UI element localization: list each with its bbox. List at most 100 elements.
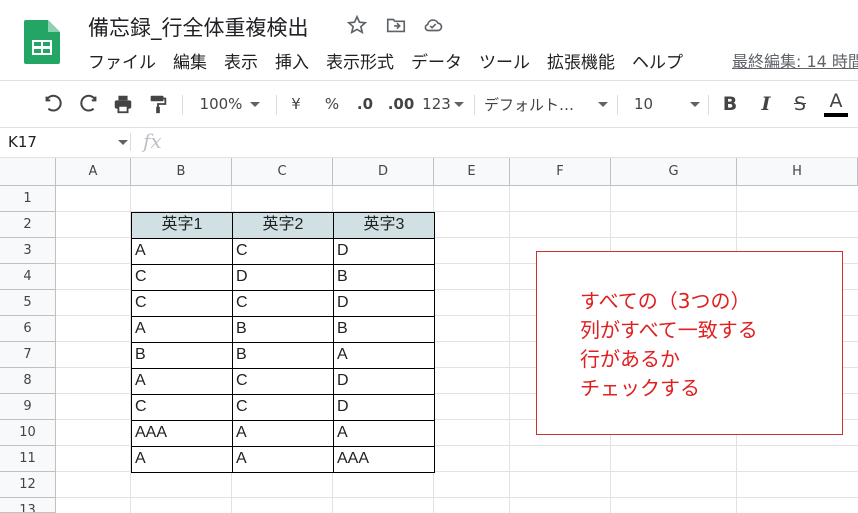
formula-bar: K17 fx <box>0 127 858 158</box>
number-format-select[interactable]: 123 <box>420 81 466 127</box>
table-cell[interactable]: B <box>131 342 233 369</box>
table-cell[interactable]: C <box>131 394 233 421</box>
text-color-button[interactable]: A <box>822 81 850 127</box>
table-cell[interactable]: A <box>232 420 334 447</box>
currency-format-button[interactable]: ¥ <box>284 81 308 127</box>
table-cell[interactable]: D <box>232 264 334 291</box>
column-header-e[interactable]: E <box>434 158 510 186</box>
italic-button[interactable]: I <box>752 81 780 127</box>
column-header-a[interactable]: A <box>56 158 131 186</box>
sheets-logo-icon[interactable] <box>24 20 60 64</box>
column-header-d[interactable]: D <box>333 158 434 186</box>
table-cell[interactable]: C <box>131 264 233 291</box>
table-cell[interactable]: C <box>232 368 334 395</box>
table-cell[interactable]: AAA <box>333 446 435 473</box>
row-header[interactable]: 13 <box>0 498 56 513</box>
table-cell[interactable]: A <box>131 316 233 343</box>
document-title[interactable]: 備忘録_行全体重複検出 <box>88 12 309 42</box>
chevron-down-icon[interactable] <box>118 140 128 145</box>
number-format-label: 123 <box>422 95 451 113</box>
zoom-select[interactable]: 100% <box>192 81 268 127</box>
table-cell[interactable]: A <box>232 446 334 473</box>
font-family-select[interactable]: デフォルト… <box>484 81 608 127</box>
table-cell[interactable]: C <box>131 290 233 317</box>
column-header-f[interactable]: F <box>510 158 611 186</box>
row-header[interactable]: 5 <box>0 290 56 316</box>
table-cell[interactable]: D <box>333 368 435 395</box>
redo-icon[interactable] <box>74 81 104 127</box>
table-cell[interactable]: C <box>232 290 334 317</box>
table-cell[interactable]: A <box>333 342 435 369</box>
toolbar: 100% ¥ % .0 .00 123 デフォルト… 10 B I S A <box>0 80 858 128</box>
row-header[interactable]: 2 <box>0 212 56 238</box>
name-box[interactable]: K17 <box>8 127 37 157</box>
row-header[interactable]: 6 <box>0 316 56 342</box>
table-cell[interactable]: A <box>131 446 233 473</box>
star-icon[interactable] <box>346 14 368 36</box>
menu-help[interactable]: ヘルプ <box>632 48 683 74</box>
zoom-value: 100% <box>199 95 243 113</box>
text-color-label: A <box>829 90 843 112</box>
table-cell[interactable]: B <box>333 316 435 343</box>
row-header[interactable]: 10 <box>0 420 56 446</box>
table-header-cell[interactable]: 英字2 <box>232 212 334 239</box>
font-size-select[interactable]: 10 <box>628 81 700 127</box>
column-header-h[interactable]: H <box>737 158 858 186</box>
column-header-b[interactable]: B <box>131 158 232 186</box>
menu-edit[interactable]: 編集 <box>173 48 207 74</box>
font-size-value: 10 <box>634 95 654 113</box>
table-cell[interactable]: D <box>333 290 435 317</box>
table-cell[interactable]: D <box>333 394 435 421</box>
menu-data[interactable]: データ <box>411 48 462 74</box>
row-header[interactable]: 8 <box>0 368 56 394</box>
menu-format[interactable]: 表示形式 <box>326 48 394 74</box>
table-header-cell[interactable]: 英字3 <box>333 212 435 239</box>
menu-file[interactable]: ファイル <box>88 48 156 74</box>
last-edit-link[interactable]: 最終編集: 14 時間 <box>732 48 858 72</box>
fx-icon: fx <box>143 129 162 153</box>
table-cell[interactable]: AAA <box>131 420 233 447</box>
strikethrough-button[interactable]: S <box>786 81 814 127</box>
column-header-g[interactable]: G <box>611 158 737 186</box>
table-cell[interactable]: D <box>333 238 435 265</box>
table-cell[interactable]: C <box>232 394 334 421</box>
row-header[interactable]: 12 <box>0 472 56 498</box>
font-family-label: デフォルト… <box>484 95 575 114</box>
table-header-cell[interactable]: 英字1 <box>131 212 233 239</box>
undo-icon[interactable] <box>38 81 68 127</box>
paint-format-icon[interactable] <box>143 81 173 127</box>
menu-extensions[interactable]: 拡張機能 <box>547 48 615 74</box>
note-line: 行があるか <box>580 347 680 371</box>
note-line: すべての（3つの） <box>580 289 751 313</box>
table-cell[interactable]: A <box>333 420 435 447</box>
bold-button[interactable]: B <box>716 81 744 127</box>
table-cell[interactable]: B <box>333 264 435 291</box>
row-header[interactable]: 3 <box>0 238 56 264</box>
table-cell[interactable]: B <box>232 316 334 343</box>
move-to-folder-icon[interactable] <box>385 14 407 36</box>
table-cell[interactable]: A <box>131 238 233 265</box>
decrease-decimal-button[interactable]: .0 <box>353 81 377 127</box>
note-line: チェックする <box>580 376 700 400</box>
menu-tools[interactable]: ツール <box>479 48 530 74</box>
table-cell[interactable]: C <box>232 238 334 265</box>
row-header[interactable]: 9 <box>0 394 56 420</box>
print-icon[interactable] <box>108 81 138 127</box>
percent-format-button[interactable]: % <box>320 81 344 127</box>
menu-insert[interactable]: 挿入 <box>275 48 309 74</box>
chevron-down-icon <box>690 101 700 107</box>
cloud-saved-icon[interactable] <box>422 14 444 36</box>
column-header-c[interactable]: C <box>232 158 333 186</box>
row-header[interactable]: 11 <box>0 446 56 472</box>
select-all-corner[interactable] <box>0 158 56 186</box>
increase-decimal-button[interactable]: .00 <box>385 81 417 127</box>
menu-view[interactable]: 表示 <box>224 48 258 74</box>
row-header[interactable]: 1 <box>0 186 56 212</box>
row-header[interactable]: 7 <box>0 342 56 368</box>
chevron-down-icon <box>250 101 261 107</box>
table-cell[interactable]: A <box>131 368 233 395</box>
row-header[interactable]: 4 <box>0 264 56 290</box>
table-cell[interactable]: B <box>232 342 334 369</box>
note-textbox[interactable]: すべての（3つの） 列がすべて一致する 行があるか チェックする <box>536 251 843 435</box>
formula-input[interactable] <box>180 127 858 157</box>
